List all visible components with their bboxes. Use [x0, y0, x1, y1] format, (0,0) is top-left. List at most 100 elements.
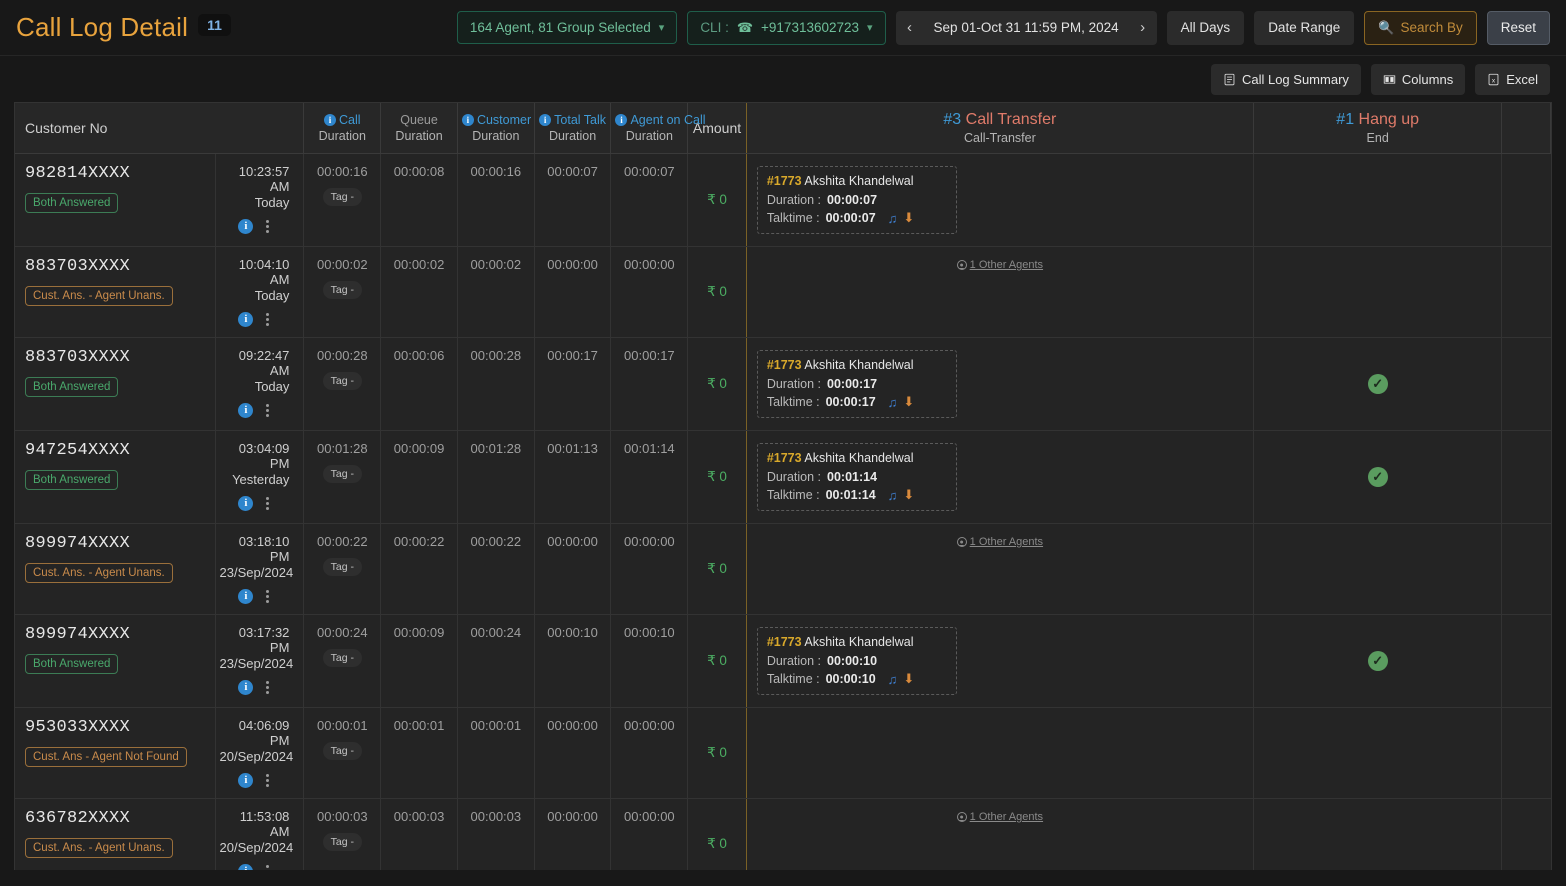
tag-chip[interactable]: Tag -: [322, 833, 362, 851]
column-header-customer-duration[interactable]: i Customer Duration: [457, 103, 535, 154]
table-row[interactable]: 982814XXXX Both Answered 10:23:57 AM Tod…: [15, 153, 1551, 247]
transfer-duration-row: Duration : 00:00:10: [767, 654, 947, 668]
table-row[interactable]: 636782XXXX Cust. Ans. - Agent Unans. 11:…: [15, 798, 1551, 870]
column-header-customer-no[interactable]: Customer No: [15, 103, 305, 154]
hangup-sub: End: [1366, 131, 1389, 145]
tag-wrapper: Tag -: [308, 179, 376, 206]
cli-select[interactable]: CLI : ☎ +917313602723 ▾: [687, 10, 886, 45]
more-options-icon[interactable]: [265, 773, 270, 788]
download-icon[interactable]: ⬇: [903, 487, 914, 503]
table-row[interactable]: 953033XXXX Cust. Ans - Agent Not Found 0…: [15, 707, 1551, 799]
column-header-call-duration[interactable]: i Call Duration: [303, 103, 382, 154]
play-recording-icon[interactable]: ♫: [888, 211, 898, 226]
columns-icon: [1383, 73, 1396, 86]
transfer-agent-name: Akshita Khandelwal: [804, 174, 914, 188]
info-icon[interactable]: i: [238, 864, 254, 870]
transfer-talktime-label: Talktime :: [766, 395, 820, 409]
customer-number: 636782XXXX: [25, 809, 131, 828]
transfer-agent: #1773 Akshita Khandelwal: [767, 358, 947, 372]
info-icon[interactable]: i: [539, 114, 552, 126]
more-options-icon[interactable]: [265, 864, 270, 870]
date-prev-button[interactable]: ‹: [896, 11, 924, 45]
tag-chip[interactable]: Tag -: [322, 558, 362, 576]
call-transfer-card[interactable]: #1773 Akshita Khandelwal Duration : 00:0…: [756, 627, 957, 695]
total-talk-value: 00:00:07: [547, 164, 598, 179]
tag-chip[interactable]: Tag -: [322, 188, 362, 206]
cell-call-duration: 00:00:02 Tag -: [303, 246, 382, 338]
transfer-duration-row: Duration : 00:00:07: [767, 193, 947, 207]
more-options-icon[interactable]: [265, 496, 270, 511]
table-row[interactable]: 883703XXXX Cust. Ans. - Agent Unans. 10:…: [15, 246, 1551, 338]
table-row[interactable]: 947254XXXX Both Answered 03:04:09 PM Yes…: [15, 430, 1551, 524]
secondary-toolbar: Call Log Summary Columns x Excel: [0, 56, 1566, 102]
download-icon[interactable]: ⬇: [903, 210, 914, 226]
all-days-button[interactable]: All Days: [1166, 10, 1245, 45]
tag-chip[interactable]: Tag -: [322, 649, 362, 667]
table-row[interactable]: 899974XXXX Both Answered 03:17:32 PM 23/…: [15, 614, 1551, 708]
info-icon[interactable]: i: [238, 773, 254, 788]
info-icon[interactable]: i: [324, 114, 337, 126]
info-icon[interactable]: i: [461, 114, 474, 126]
other-agents-link[interactable]: ● 1 Other Agents: [956, 536, 1043, 548]
play-recording-icon[interactable]: ♫: [888, 395, 898, 410]
column-header-hangup[interactable]: #1 Hang up End: [1253, 103, 1503, 154]
info-icon[interactable]: i: [238, 403, 254, 418]
date-next-button[interactable]: ›: [1129, 11, 1157, 45]
more-options-icon[interactable]: [265, 403, 270, 418]
status-badge: Cust. Ans. - Agent Unans.: [25, 563, 173, 583]
info-icon[interactable]: i: [238, 680, 254, 695]
tag-chip[interactable]: Tag -: [322, 372, 362, 390]
transfer-talktime-row: Talktime : 00:00:10 ♫ ⬇: [767, 671, 947, 687]
tag-chip[interactable]: Tag -: [322, 742, 362, 760]
table-row[interactable]: 883703XXXX Both Answered 09:22:47 AM Tod…: [15, 337, 1551, 431]
play-recording-icon[interactable]: ♫: [888, 488, 898, 503]
queue-duration-value: 00:00:08: [393, 164, 445, 179]
other-agents-label: 1 Other Agents: [969, 259, 1044, 271]
cell-call-transfer: [746, 707, 1254, 799]
cell-extra: [1501, 614, 1551, 708]
table-row[interactable]: 899974XXXX Cust. Ans. - Agent Unans. 03:…: [15, 523, 1551, 615]
more-options-icon[interactable]: [265, 680, 270, 695]
agent-on-call-value: 00:00:00: [624, 809, 675, 824]
search-by-button[interactable]: 🔍 Search By: [1364, 10, 1477, 45]
call-transfer-card[interactable]: #1773 Akshita Khandelwal Duration : 00:0…: [756, 166, 957, 234]
search-icon: 🔍: [1378, 19, 1395, 35]
info-icon[interactable]: i: [615, 114, 628, 126]
download-icon[interactable]: ⬇: [903, 394, 914, 410]
cell-customer-no: 883703XXXX Both Answered: [15, 337, 216, 431]
tag-chip[interactable]: Tag -: [322, 281, 362, 299]
call-transfer-card[interactable]: #1773 Akshita Khandelwal Duration : 00:0…: [756, 350, 957, 418]
info-icon[interactable]: i: [238, 496, 254, 511]
download-icon[interactable]: ⬇: [903, 671, 914, 687]
more-options-icon[interactable]: [265, 312, 270, 327]
call-log-summary-button[interactable]: Call Log Summary: [1210, 63, 1361, 95]
column-header-call-transfer[interactable]: #3 Call Transfer Call-Transfer: [746, 103, 1254, 154]
columns-button[interactable]: Columns: [1370, 63, 1466, 95]
reset-button[interactable]: Reset: [1486, 10, 1550, 45]
call-date: Yesterday: [232, 472, 290, 487]
transfer-agent-name: Akshita Khandelwal: [804, 635, 914, 649]
date-range-text[interactable]: Sep 01-Oct 31 11:59 PM, 2024: [924, 20, 1129, 35]
play-recording-icon[interactable]: ♫: [888, 672, 898, 687]
column-header-queue-duration[interactable]: Queue Duration: [380, 103, 458, 154]
column-header-amount[interactable]: Amount: [687, 103, 747, 154]
other-agents-link[interactable]: ● 1 Other Agents: [956, 811, 1043, 823]
date-range-button[interactable]: Date Range: [1254, 10, 1355, 45]
column-header-total-talk-duration[interactable]: i Total Talk Duration: [534, 103, 612, 154]
more-options-icon[interactable]: [265, 589, 270, 604]
cell-customer-duration: 00:00:28: [457, 337, 535, 431]
excel-export-button[interactable]: x Excel: [1475, 63, 1550, 95]
more-options-icon[interactable]: [265, 219, 270, 234]
total-talk-value: 00:00:00: [547, 257, 598, 272]
column-header-agent-on-call-duration[interactable]: i Agent on Call Duration: [610, 103, 706, 154]
agent-group-select[interactable]: 164 Agent, 81 Group Selected ▾: [456, 11, 678, 44]
info-icon[interactable]: i: [238, 589, 254, 604]
info-icon[interactable]: i: [238, 312, 254, 327]
total-talk-sub: Duration: [548, 129, 597, 143]
other-agents-link[interactable]: ● 1 Other Agents: [956, 259, 1044, 271]
cell-hangup: ✓: [1253, 614, 1503, 708]
info-icon[interactable]: i: [238, 219, 254, 234]
call-transfer-card[interactable]: #1773 Akshita Khandelwal Duration : 00:0…: [756, 443, 957, 511]
tag-chip[interactable]: Tag -: [322, 465, 362, 483]
excel-icon: x: [1487, 73, 1500, 86]
